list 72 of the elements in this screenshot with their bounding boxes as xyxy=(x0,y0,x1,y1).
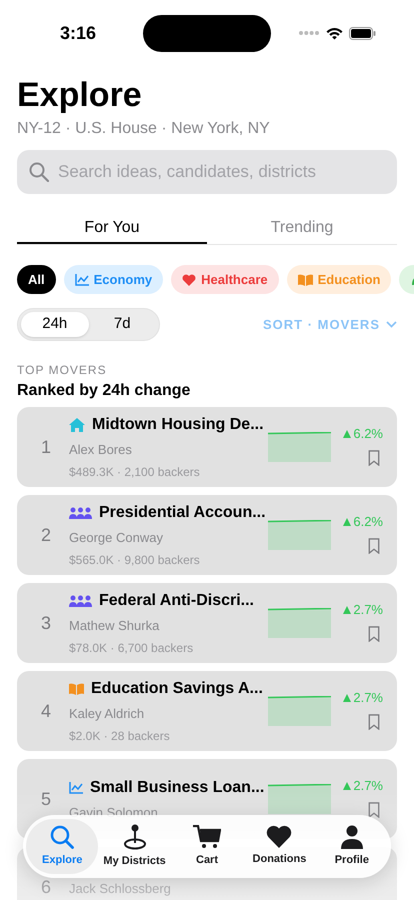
battery-icon xyxy=(349,26,376,40)
sparkline-drawing xyxy=(268,432,331,462)
heart-icon xyxy=(266,825,292,848)
filter-chip[interactable]: All xyxy=(17,265,56,294)
up-triangle-icon xyxy=(343,518,352,526)
card-title: Midtown Housing De... xyxy=(92,415,264,436)
bookmark-button[interactable] xyxy=(368,450,380,466)
status-time: 3:16 xyxy=(60,22,96,44)
card-title: Presidential Accoun... xyxy=(99,503,266,524)
people-icon xyxy=(69,507,92,520)
location-subtitle: NY-12 · U.S. House · New York, NY xyxy=(17,119,271,139)
chart-icon xyxy=(74,274,89,286)
change-percent: 2.7% xyxy=(353,776,383,795)
up-triangle-icon xyxy=(343,694,352,702)
heart-icon xyxy=(182,274,196,286)
candidate-name: Kaley Aldrich xyxy=(69,705,146,724)
house-icon xyxy=(69,418,85,432)
page-title: Explore xyxy=(17,75,143,115)
sparkline-drawing xyxy=(268,696,331,726)
signal-icon xyxy=(298,30,320,36)
mover-card[interactable]: 3 Federal Anti-Discri... Mathew Shurka $78.0K · 6,700 backers 2.7% xyxy=(17,583,397,663)
person-icon xyxy=(340,824,363,849)
bookmark-button[interactable] xyxy=(368,802,380,818)
funding-stats: $489.3K · 2,100 backers xyxy=(69,464,201,481)
change-percent: 2.7% xyxy=(353,688,383,707)
funding-stats: $78.0K · 6,700 backers xyxy=(69,640,194,657)
change-percent: 6.2% xyxy=(353,512,383,531)
cart-icon xyxy=(193,824,222,849)
chevron-down-icon xyxy=(386,321,397,328)
rank-number: 1 xyxy=(41,436,52,458)
search-icon xyxy=(29,162,49,182)
funding-stats: $565.0K · 9,800 backers xyxy=(69,552,201,569)
card-title: Small Business Loan... xyxy=(90,778,264,798)
mover-card[interactable]: 1 Midtown Housing De... Alex Bores $489.3K · 2,100 backers 6.2% xyxy=(17,407,397,487)
period-option[interactable]: 7d xyxy=(88,312,156,337)
bookmark-button[interactable] xyxy=(368,714,380,730)
card-title: Education Savings A... xyxy=(91,679,263,700)
section-title: Ranked by 24h change xyxy=(16,381,192,401)
rank-number: 2 xyxy=(41,524,52,546)
search-icon xyxy=(50,824,74,849)
sparkline-drawing xyxy=(268,784,331,814)
wifi-icon xyxy=(326,26,343,40)
period-option[interactable]: 24h xyxy=(21,312,88,337)
up-triangle-icon xyxy=(343,782,352,790)
candidate-name: Gavin Solomon xyxy=(69,804,159,822)
card-title: Federal Anti-Discri... xyxy=(99,591,254,612)
rank-number: 4 xyxy=(41,700,52,722)
mover-card[interactable]: 4 Education Savings A... Kaley Aldrich $2.0K · 28 backers 2.7% xyxy=(17,671,397,751)
change-percent: 6.2% xyxy=(353,424,383,443)
up-triangle-icon xyxy=(343,606,352,614)
candidate-name: Mathew Shurka xyxy=(69,617,160,636)
rank-number: 5 xyxy=(41,788,52,810)
tab[interactable]: For You xyxy=(17,214,207,244)
section-eyebrow: TOP MOVERS xyxy=(16,362,108,379)
sparkline-drawing xyxy=(268,520,331,550)
candidate-name: Alex Bores xyxy=(69,441,133,460)
bookmark-button[interactable] xyxy=(368,626,380,642)
change-percent: 2.7% xyxy=(353,600,383,619)
book-icon xyxy=(298,274,313,286)
funding-stats: $2.0K · 28 backers xyxy=(69,728,171,745)
people-icon xyxy=(69,595,92,608)
bookmark-button[interactable] xyxy=(368,538,380,554)
book-icon xyxy=(69,683,84,696)
sparkline-drawing xyxy=(268,608,331,638)
candidate-name: George Conway xyxy=(69,529,164,548)
mover-card[interactable]: 2 Presidential Accoun... George Conway $565.0K · 9,800 backers 6.2% xyxy=(17,495,397,575)
chart-icon xyxy=(69,782,83,794)
rank-number: 6 xyxy=(41,876,52,898)
rank-number: 3 xyxy=(41,612,52,634)
map-pin-icon xyxy=(122,824,147,850)
search-field[interactable]: Search ideas, candidates, districts xyxy=(17,150,397,194)
up-triangle-icon xyxy=(343,430,352,438)
